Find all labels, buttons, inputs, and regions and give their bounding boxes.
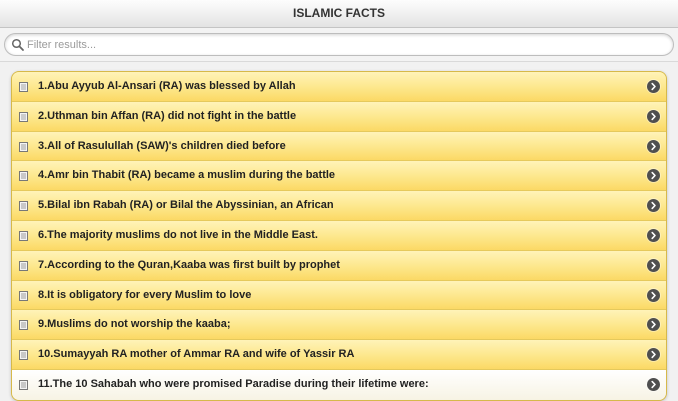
search-icon [11,38,24,51]
list-item[interactable]: 1.Abu Ayyub Al-Ansari (RA) was blessed b… [12,72,666,102]
chevron-right-icon[interactable] [647,199,660,213]
page-title: ISLAMIC FACTS [293,6,385,20]
chevron-right-icon[interactable] [647,318,660,332]
search-input[interactable] [27,35,657,54]
chevron-right-icon[interactable] [647,139,660,153]
list-item-label: 9.Muslims do not worship the kaaba; [38,318,231,331]
list-item[interactable]: 5.Bilal ibn Rabah (RA) or Bilal the Abys… [12,191,666,221]
chevron-right-icon[interactable] [647,169,660,183]
document-icon [19,82,28,92]
facts-list: 1.Abu Ayyub Al-Ansari (RA) was blessed b… [11,71,667,401]
list-item[interactable]: 2.Uthman bin Affan (RA) did not fight in… [12,101,666,132]
document-icon [19,230,28,241]
chevron-right-icon[interactable] [647,228,660,242]
list-item[interactable]: 4.Amr bin Thabit (RA) became a muslim du… [12,161,666,192]
list-item[interactable]: 10.Sumayyah RA mother of Ammar RA and wi… [12,340,666,370]
chevron-right-icon[interactable] [647,109,660,123]
document-icon [19,260,28,271]
list-item-label: 6.The majority muslims do not live in th… [38,228,318,241]
document-icon [19,290,28,301]
app-header: ISLAMIC FACTS [0,0,678,28]
list-item-label: 5.Bilal ibn Rabah (RA) or Bilal the Abys… [38,199,334,212]
document-icon [19,201,28,212]
chevron-right-icon[interactable] [647,80,660,93]
list-item-label: 11.The 10 Sahabah who were promised Para… [38,377,429,390]
document-icon [19,379,28,390]
document-icon [19,171,28,182]
chevron-right-icon[interactable] [647,377,660,391]
list-item[interactable]: 6.The majority muslims do not live in th… [12,220,666,251]
list-item[interactable]: 8.It is obligatory for every Muslim to l… [12,280,666,311]
list-item-label: 1.Abu Ayyub Al-Ansari (RA) was blessed b… [38,80,296,92]
list-item[interactable]: 9.Muslims do not worship the kaaba; [12,310,666,341]
document-icon [19,111,28,122]
list-item[interactable]: 7.According to the Quran,Kaaba was first… [12,250,666,281]
search-bar [0,28,678,62]
list-item[interactable]: 11.The 10 Sahabah who were promised Para… [12,369,666,400]
list-item-label: 8.It is obligatory for every Muslim to l… [38,288,252,301]
document-icon [19,320,28,331]
list-item-label: 10.Sumayyah RA mother of Ammar RA and wi… [38,348,355,361]
list-item-label: 4.Amr bin Thabit (RA) became a muslim du… [38,169,336,182]
chevron-right-icon[interactable] [647,258,660,272]
chevron-right-icon[interactable] [647,288,660,302]
list-item[interactable]: 3.All of Rasulullah (SAW)'s children die… [12,131,666,162]
list-item-label: 3.All of Rasulullah (SAW)'s children die… [38,139,286,152]
document-icon [19,141,28,152]
list-item-label: 7.According to the Quran,Kaaba was first… [38,258,340,271]
list-item-label: 2.Uthman bin Affan (RA) did not fight in… [38,109,297,122]
search-box[interactable] [4,33,674,56]
chevron-right-icon[interactable] [647,348,660,362]
document-icon [19,350,28,361]
